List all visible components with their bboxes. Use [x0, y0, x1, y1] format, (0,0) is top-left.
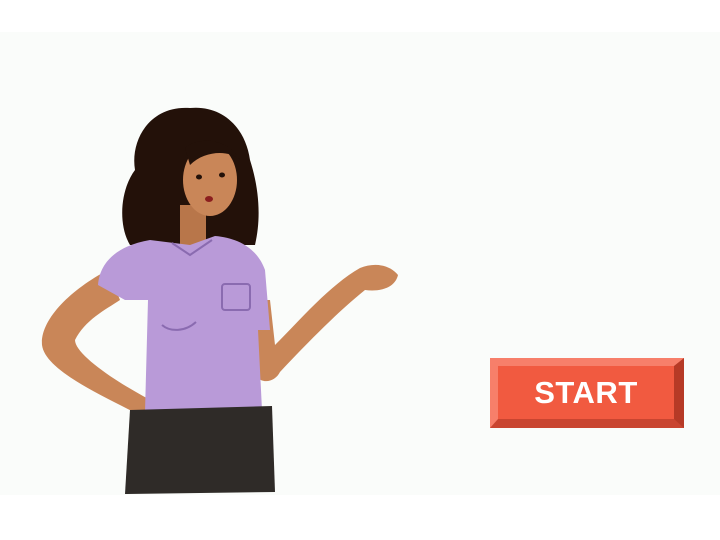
start-button[interactable]: START: [490, 358, 684, 428]
start-button-label: START: [534, 374, 638, 410]
woman-presenter-illustration: [41, 107, 398, 494]
right-arm: [250, 264, 398, 382]
shorts: [125, 406, 275, 494]
